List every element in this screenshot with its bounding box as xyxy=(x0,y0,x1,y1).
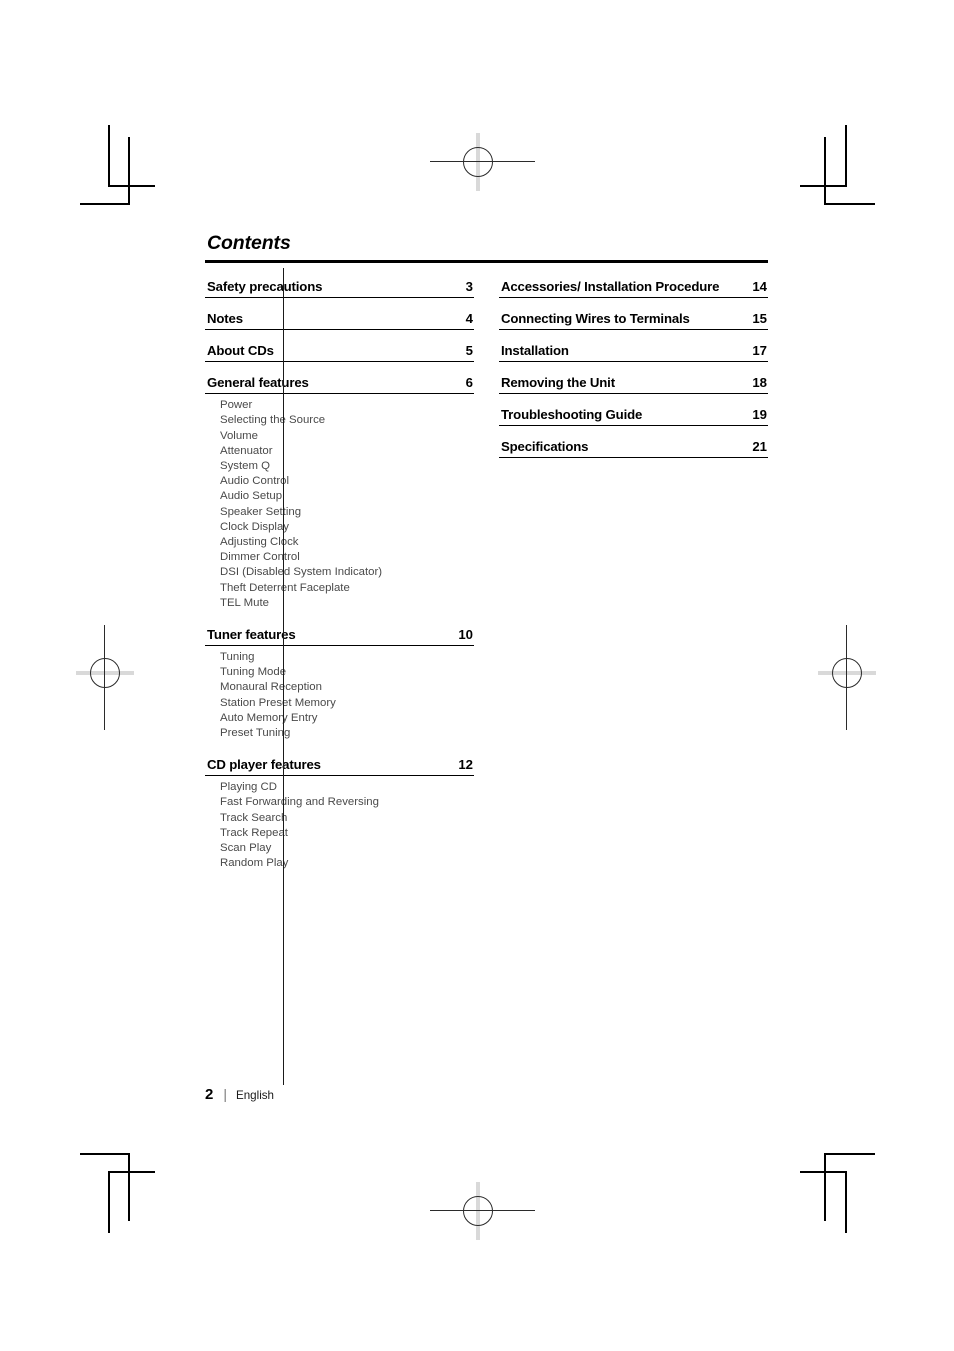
toc-subitem[interactable]: Station Preset Memory xyxy=(220,696,474,711)
toc-entry[interactable]: About CDs 5 xyxy=(205,343,474,363)
toc-entry[interactable]: Notes 4 xyxy=(205,311,474,331)
toc-subitem[interactable]: Adjusting Clock xyxy=(220,535,474,550)
column-divider xyxy=(283,268,285,1085)
toc-subitem[interactable]: System Q xyxy=(220,459,474,474)
toc-entry-page-number: 15 xyxy=(752,311,767,327)
toc-entry[interactable]: Safety precautions 3 xyxy=(205,279,474,299)
crop-mark-bottom-left xyxy=(80,1150,155,1235)
page-footer: 2 | English xyxy=(205,1086,274,1103)
toc-subitem[interactable]: Auto Memory Entry xyxy=(220,711,474,726)
registration-target-right-middle xyxy=(818,625,878,730)
footer-page-number: 2 xyxy=(205,1086,214,1103)
toc-subitem[interactable]: Track Search xyxy=(220,811,474,826)
toc-subitem[interactable]: Dimmer Control xyxy=(220,550,474,565)
toc-subitem-list: Tuning Tuning Mode Monaural Reception Stati… xyxy=(205,650,474,741)
toc-subitem[interactable]: Tuning xyxy=(220,650,474,665)
toc-entry-label: Notes xyxy=(207,311,243,327)
toc-subitem[interactable]: Monaural Reception xyxy=(220,680,474,695)
toc-entry-page-number: 5 xyxy=(465,343,473,359)
toc-entry-label: Troubleshooting Guide xyxy=(501,407,643,423)
registration-target-bottom-center xyxy=(430,1182,535,1242)
contents-columns: Safety precautions 3 Notes 4 About CDs 5 Gener… xyxy=(205,279,768,871)
toc-entry[interactable]: Connecting Wires to Terminals 15 xyxy=(499,311,768,331)
toc-subitem-list: Power Selecting the Source Volume Attenuato… xyxy=(205,398,474,611)
footer-separator: | xyxy=(223,1086,227,1102)
toc-entry-page-number: 18 xyxy=(752,375,767,391)
toc-subitem[interactable]: Random Play xyxy=(220,856,474,871)
toc-subitem[interactable]: Power xyxy=(220,398,474,413)
toc-entry[interactable]: CD player features 12 xyxy=(205,757,474,777)
toc-entry-label: Safety precautions xyxy=(207,279,323,295)
registration-target-left-middle xyxy=(76,625,136,730)
toc-subitem-list: Playing CD Fast Forwarding and Reversing T… xyxy=(205,780,474,871)
toc-entry-page-number: 3 xyxy=(465,279,473,295)
toc-entry-label: General features xyxy=(207,375,309,391)
toc-entry[interactable]: Specifications 21 xyxy=(499,439,768,459)
toc-entry-page-number: 4 xyxy=(465,311,473,327)
toc-subitem[interactable]: Volume xyxy=(220,429,474,444)
crop-mark-top-left xyxy=(80,125,155,210)
toc-subitem[interactable]: Attenuator xyxy=(220,444,474,459)
toc-entry-page-number: 12 xyxy=(458,757,473,773)
toc-subitem[interactable]: Tuning Mode xyxy=(220,665,474,680)
contents-column-right: Accessories/ Installation Procedure 14 Con… xyxy=(499,279,768,459)
toc-subitem[interactable]: Speaker Setting xyxy=(220,505,474,520)
toc-entry-label: Connecting Wires to Terminals xyxy=(501,311,690,327)
toc-subitem[interactable]: Audio Control xyxy=(220,474,474,489)
toc-subitem[interactable]: Playing CD xyxy=(220,780,474,795)
toc-subitem[interactable]: Selecting the Source xyxy=(220,413,474,428)
toc-subitem[interactable]: Track Repeat xyxy=(220,826,474,841)
toc-entry-label: Removing the Unit xyxy=(501,375,615,391)
crop-mark-bottom-right xyxy=(800,1150,875,1235)
toc-entry[interactable]: General features 6 xyxy=(205,375,474,395)
toc-entry-label: About CDs xyxy=(207,343,274,359)
toc-entry-page-number: 10 xyxy=(458,627,473,643)
toc-entry[interactable]: Installation 17 xyxy=(499,343,768,363)
toc-subitem[interactable]: Clock Display xyxy=(220,520,474,535)
toc-entry-page-number: 6 xyxy=(465,375,473,391)
toc-entry-page-number: 21 xyxy=(752,439,767,455)
title-rule xyxy=(205,260,768,264)
toc-subitem[interactable]: Scan Play xyxy=(220,841,474,856)
toc-entry[interactable]: Tuner features 10 xyxy=(205,627,474,647)
toc-entry[interactable]: Accessories/ Installation Procedure 14 xyxy=(499,279,768,299)
toc-subitem[interactable]: Fast Forwarding and Reversing xyxy=(220,795,474,810)
toc-entry[interactable]: Troubleshooting Guide 19 xyxy=(499,407,768,427)
contents-column-left: Safety precautions 3 Notes 4 About CDs 5 Gener… xyxy=(205,279,474,871)
toc-entry-label: Accessories/ Installation Procedure xyxy=(501,279,720,295)
toc-entry-label: Installation xyxy=(501,343,569,359)
toc-subitem[interactable]: DSI (Disabled System Indicator) xyxy=(220,565,474,580)
contents-page: Contents Safety precautions 3 Notes 4 About … xyxy=(205,232,768,871)
toc-entry-page-number: 19 xyxy=(752,407,767,423)
registration-target-top-center xyxy=(430,133,535,193)
toc-entry-label: Specifications xyxy=(501,439,589,455)
crop-mark-top-right xyxy=(800,125,875,210)
toc-subitem[interactable]: Theft Deterrent Faceplate xyxy=(220,581,474,596)
footer-language: English xyxy=(235,1089,275,1102)
toc-entry-label: CD player features xyxy=(207,757,321,773)
toc-subitem[interactable]: Audio Setup xyxy=(220,489,474,504)
toc-entry-page-number: 17 xyxy=(752,343,767,359)
toc-subitem[interactable]: Preset Tuning xyxy=(220,726,474,741)
toc-entry[interactable]: Removing the Unit 18 xyxy=(499,375,768,395)
toc-entry-page-number: 14 xyxy=(752,279,767,295)
toc-subitem[interactable]: TEL Mute xyxy=(220,596,474,611)
page-title: Contents xyxy=(207,232,291,254)
